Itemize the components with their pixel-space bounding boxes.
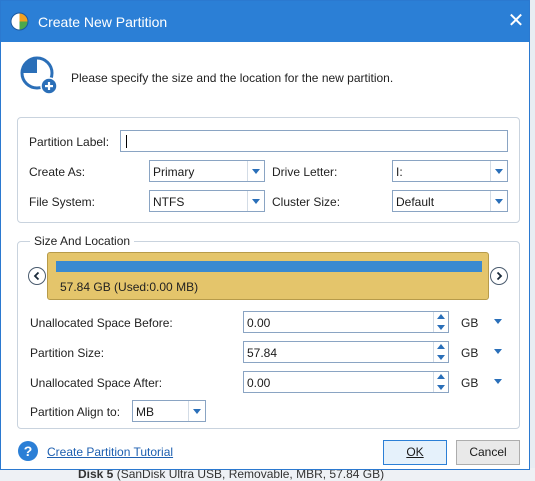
tutorial-link[interactable]: Create Partition Tutorial (47, 445, 173, 459)
drive-letter-label: Drive Letter: (272, 165, 338, 179)
header-description: Please specify the size and the location… (71, 71, 394, 85)
partition-size-spinner (433, 342, 448, 362)
chevron-down-icon[interactable] (490, 191, 507, 211)
cluster-size-value: Default (396, 195, 435, 209)
unallocated-before-spinner (433, 312, 448, 332)
partition-size-input[interactable]: 57.84 (243, 341, 449, 363)
unallocated-before-input[interactable]: 0.00 (243, 311, 449, 333)
drive-letter-select[interactable]: I: (392, 160, 508, 182)
spin-up-icon[interactable] (434, 312, 448, 322)
partition-label-label: Partition Label: (29, 135, 110, 149)
partition-map-fill (56, 261, 482, 272)
unallocated-after-unit: GB (461, 376, 479, 390)
chevron-down-icon[interactable] (247, 191, 264, 211)
unit-dropdown-icon[interactable] (492, 316, 504, 328)
spin-up-icon[interactable] (434, 372, 448, 382)
new-partition-icon (20, 56, 58, 95)
help-icon[interactable]: ? (18, 441, 38, 461)
create-as-select[interactable]: Primary (149, 160, 265, 182)
partition-map-text: 57.84 GB (Used:0.00 MB) (60, 280, 199, 294)
unallocated-after-label: Unallocated Space After: (30, 376, 163, 390)
unallocated-after-spinner (433, 372, 448, 392)
partition-size-label: Partition Size: (30, 346, 105, 360)
create-partition-dialog: Create New Partition ✕ Please specify th… (0, 0, 530, 470)
file-system-value: NTFS (153, 195, 185, 209)
ok-button-label: OK (406, 445, 424, 459)
chevron-down-icon[interactable] (490, 161, 507, 181)
chevron-right-icon (496, 271, 503, 281)
dialog-header: Please specify the size and the location… (1, 42, 529, 108)
partition-align-select[interactable]: MB (132, 400, 206, 422)
create-as-value: Primary (153, 165, 195, 179)
spin-down-icon[interactable] (434, 382, 448, 392)
partition-size-unit: GB (461, 346, 479, 360)
drive-letter-value: I: (396, 165, 403, 179)
chevron-left-icon (33, 271, 40, 281)
partition-size-value: 57.84 (247, 346, 278, 360)
size-location-title: Size And Location (30, 234, 135, 248)
spin-up-icon[interactable] (434, 342, 448, 352)
move-left-button[interactable] (28, 267, 46, 285)
create-as-label: Create As: (29, 165, 86, 179)
partition-align-value: MB (136, 405, 154, 419)
move-right-button[interactable] (490, 267, 508, 285)
partition-label-input[interactable] (120, 130, 508, 152)
partition-app-icon (10, 12, 29, 31)
chevron-down-icon[interactable] (247, 161, 264, 181)
close-button[interactable]: ✕ (505, 10, 527, 32)
cluster-size-select[interactable]: Default (392, 190, 508, 212)
partition-align-label: Partition Align to: (30, 405, 121, 419)
unallocated-after-input[interactable]: 0.00 (243, 371, 449, 393)
text-cursor (126, 135, 127, 149)
unallocated-after-value: 0.00 (247, 376, 271, 390)
window-title: Create New Partition (38, 14, 168, 30)
unallocated-before-unit: GB (461, 316, 479, 330)
file-system-label: File System: (29, 195, 96, 209)
unit-dropdown-icon[interactable] (492, 346, 504, 358)
unit-dropdown-icon[interactable] (492, 376, 504, 388)
spin-down-icon[interactable] (434, 322, 448, 332)
unallocated-before-value: 0.00 (247, 316, 271, 330)
ok-button[interactable]: OK (383, 440, 447, 465)
title-bar: Create New Partition ✕ (1, 1, 529, 42)
chevron-down-icon[interactable] (188, 401, 205, 421)
cancel-button[interactable]: Cancel (456, 440, 520, 465)
unallocated-before-label: Unallocated Space Before: (30, 316, 173, 330)
file-system-select[interactable]: NTFS (149, 190, 265, 212)
spin-down-icon[interactable] (434, 352, 448, 362)
cluster-size-label: Cluster Size: (272, 195, 341, 209)
partition-map-bar[interactable]: 57.84 GB (Used:0.00 MB) (47, 252, 489, 300)
